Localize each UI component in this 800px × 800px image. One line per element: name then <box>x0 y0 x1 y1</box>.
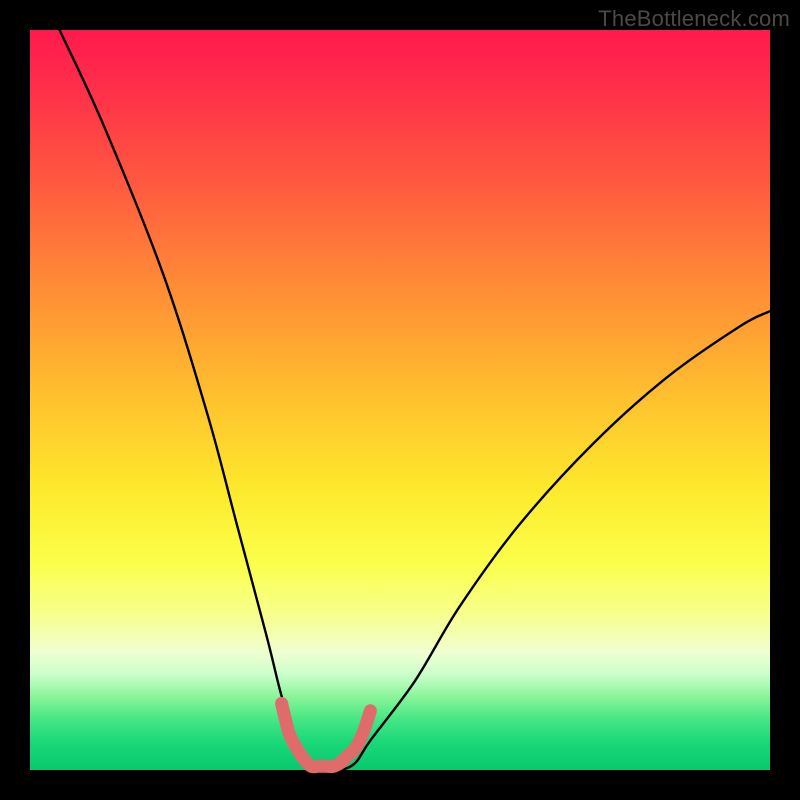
chart-frame: TheBottleneck.com <box>0 0 800 800</box>
bottleneck-curve <box>60 30 770 771</box>
plot-area <box>30 30 770 770</box>
watermark-text: TheBottleneck.com <box>598 6 790 32</box>
valley-marker <box>282 703 371 766</box>
curve-svg <box>30 30 770 770</box>
